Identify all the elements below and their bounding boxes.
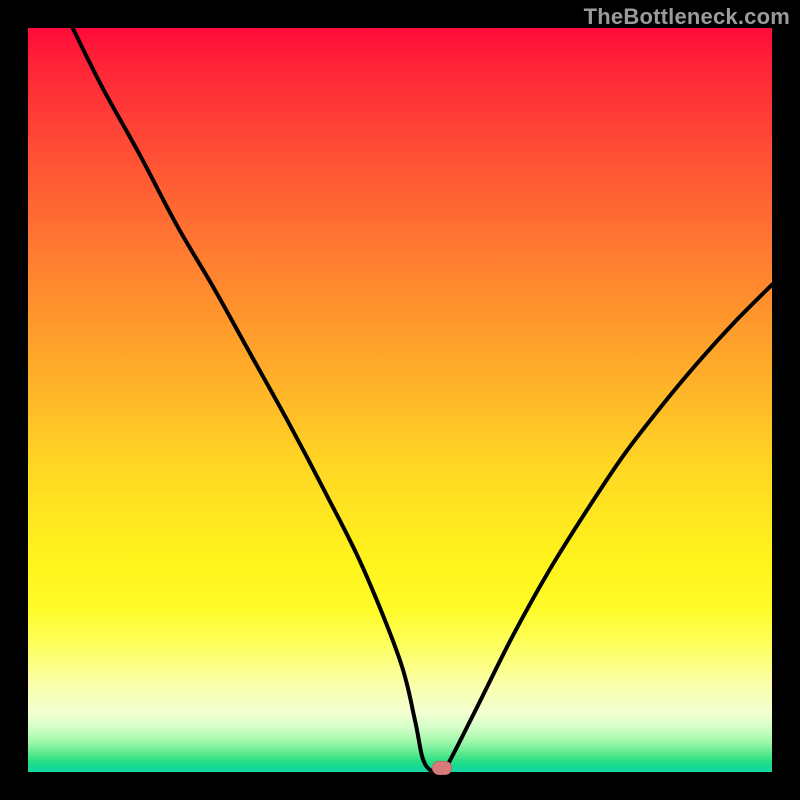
- plot-area: [28, 28, 772, 772]
- chart-frame: TheBottleneck.com: [0, 0, 800, 800]
- bottleneck-curve: [28, 28, 772, 772]
- watermark-text: TheBottleneck.com: [584, 4, 790, 30]
- minimum-marker: [432, 761, 452, 775]
